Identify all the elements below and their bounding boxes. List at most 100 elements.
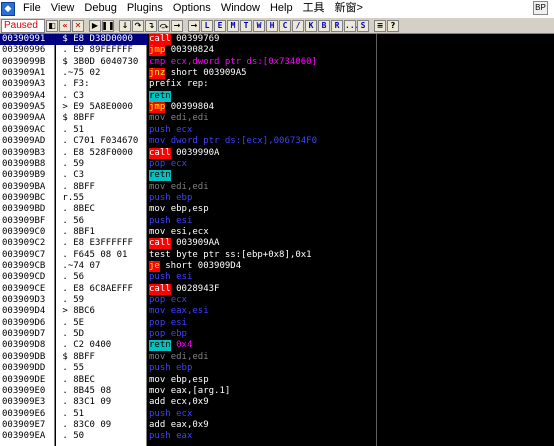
instruction-bytes[interactable]: . 56 xyxy=(56,216,147,227)
instruction-address[interactable]: 003909B9 xyxy=(0,170,55,181)
instruction-bytes[interactable]: . 59 xyxy=(56,295,147,306)
toolbar-letter-button[interactable]: ... xyxy=(344,19,359,32)
instruction-bytes[interactable]: . 8B45 08 xyxy=(56,386,147,397)
instruction-address[interactable]: 003909D8 xyxy=(0,340,55,351)
instruction-address[interactable]: 003909CB xyxy=(0,261,55,272)
instruction-text[interactable]: jnz short 003909A5 xyxy=(148,68,376,79)
instruction-bytes[interactable]: . 50 xyxy=(56,431,147,442)
instruction-text[interactable]: mov edi,edi xyxy=(148,113,376,124)
toolbar-letter-button[interactable]: B xyxy=(318,19,330,32)
instruction-bytes[interactable]: . 51 xyxy=(56,125,147,136)
instruction-bytes[interactable]: r.55 xyxy=(56,193,147,204)
bp-button[interactable]: BP xyxy=(533,1,548,15)
instruction-address[interactable]: 003909A3 xyxy=(0,79,55,90)
instruction-address[interactable]: 003909DE xyxy=(0,375,55,386)
instruction-address[interactable]: 003909D7 xyxy=(0,329,55,340)
execute-till-return-icon[interactable]: → xyxy=(171,19,183,32)
instruction-bytes[interactable]: $ 3B0D 6040730 xyxy=(56,57,147,68)
instruction-bytes[interactable]: $ E8 D38D0000 xyxy=(56,34,147,45)
toolbar-letter-button[interactable]: M xyxy=(227,19,239,32)
trace-into-icon[interactable]: ↴ xyxy=(145,19,157,32)
toolbar-letter-button[interactable]: R xyxy=(331,19,343,32)
instruction-bytes[interactable]: . 59 xyxy=(56,159,147,170)
menu-file[interactable]: File xyxy=(18,0,46,17)
instruction-text[interactable]: call 0028943F xyxy=(148,284,376,295)
instruction-text[interactable]: mov edi,edi xyxy=(148,182,376,193)
instruction-address[interactable]: 003909AC xyxy=(0,125,55,136)
menu-debug[interactable]: Debug xyxy=(79,0,121,17)
instruction-bytes[interactable]: . E9 89FEFFFF xyxy=(56,45,147,56)
instruction-text[interactable]: call 00399769 xyxy=(148,34,376,45)
instruction-address[interactable]: 003909C2 xyxy=(0,238,55,249)
instruction-text[interactable]: retn 0x4 xyxy=(148,340,376,351)
instruction-address[interactable]: 003909BD xyxy=(0,204,55,215)
instruction-bytes[interactable]: . 8BEC xyxy=(56,375,147,386)
toolbar-letter-button[interactable]: K xyxy=(305,19,317,32)
instruction-bytes[interactable]: . C3 xyxy=(56,91,147,102)
instruction-address[interactable]: 003909B3 xyxy=(0,148,55,159)
instruction-bytes[interactable]: . 55 xyxy=(56,363,147,374)
instruction-bytes[interactable]: . C701 F034670 xyxy=(56,136,147,147)
instruction-text[interactable]: call 003909AA xyxy=(148,238,376,249)
toolbar-letter-button[interactable]: S xyxy=(357,19,369,32)
instruction-bytes[interactable]: . 5E xyxy=(56,318,147,329)
menu-new-window[interactable]: 新窗> xyxy=(330,0,368,17)
toolbar-letter-button[interactable]: L xyxy=(201,19,213,32)
instruction-text[interactable]: pop ecx xyxy=(148,295,376,306)
instruction-text[interactable]: push ecx xyxy=(148,125,376,136)
instruction-text[interactable]: jmp 00399804 xyxy=(148,102,376,113)
instruction-text[interactable]: pop ebp xyxy=(148,329,376,340)
instruction-address[interactable]: 003909D4 xyxy=(0,306,55,317)
instruction-address[interactable]: 0039099B xyxy=(0,57,55,68)
instruction-bytes[interactable]: $ 8BFF xyxy=(56,352,147,363)
instruction-address[interactable]: 003909EA xyxy=(0,431,55,442)
instruction-bytes[interactable]: . 83C1 09 xyxy=(56,397,147,408)
menu-plugins[interactable]: Plugins xyxy=(122,0,168,17)
instruction-address[interactable]: 003909DB xyxy=(0,352,55,363)
instruction-text[interactable]: test byte ptr ss:[ebp+0x8],0x1 xyxy=(148,250,376,261)
instruction-bytes[interactable]: . 8BEC xyxy=(56,204,147,215)
toolbar-letter-button[interactable]: T xyxy=(240,19,252,32)
toolbar-letter-button[interactable]: / xyxy=(292,19,304,32)
instruction-text[interactable]: je short 003909D4 xyxy=(148,261,376,272)
instruction-address[interactable]: 003909BA xyxy=(0,182,55,193)
restart-icon[interactable]: « xyxy=(59,19,71,32)
instruction-address[interactable]: 003909B8 xyxy=(0,159,55,170)
toolbar-letter-button[interactable]: C xyxy=(279,19,291,32)
instruction-address[interactable]: 003909C7 xyxy=(0,250,55,261)
instruction-text[interactable]: pop ecx xyxy=(148,159,376,170)
disassembly-pane[interactable]: 00390991 00390996 0039099B 003909A1 003909A3… xyxy=(0,34,554,446)
instruction-text[interactable]: push ecx xyxy=(148,409,376,420)
instruction-text[interactable]: mov ebp,esp xyxy=(148,204,376,215)
menu-view[interactable]: View xyxy=(46,0,80,17)
instruction-address[interactable]: 003909DD xyxy=(0,363,55,374)
close-icon[interactable]: ✕ xyxy=(72,19,84,32)
instruction-text[interactable]: push ebp xyxy=(148,363,376,374)
instruction-address[interactable]: 003909BF xyxy=(0,216,55,227)
instruction-address[interactable]: 00390991 xyxy=(0,34,55,45)
run-icon[interactable]: ▶ xyxy=(89,19,101,32)
instruction-text[interactable]: jmp 00390824 xyxy=(148,45,376,56)
instruction-text[interactable]: push esi xyxy=(148,272,376,283)
instruction-text[interactable]: call 0039990A xyxy=(148,148,376,159)
trace-over-icon[interactable]: ⤼ xyxy=(158,19,170,32)
instruction-address[interactable]: 003909E0 xyxy=(0,386,55,397)
instruction-address[interactable]: 003909A1 xyxy=(0,68,55,79)
step-over-icon[interactable]: ↷ xyxy=(132,19,144,32)
instruction-bytes[interactable]: . E8 6C8AEFFF xyxy=(56,284,147,295)
instruction-text[interactable]: mov dword ptr ds:[ecx],006734F0 xyxy=(148,136,376,147)
go-to-icon[interactable]: → xyxy=(188,19,200,32)
instruction-address[interactable]: 003909D3 xyxy=(0,295,55,306)
instruction-text[interactable]: mov eax,esi xyxy=(148,306,376,317)
instruction-bytes[interactable]: > 8BC6 xyxy=(56,306,147,317)
pause-icon[interactable]: ❚❚ xyxy=(101,19,115,32)
instruction-bytes[interactable]: .~74 07 xyxy=(56,261,147,272)
instruction-address[interactable]: 003909E3 xyxy=(0,397,55,408)
instruction-text[interactable]: mov esi,ecx xyxy=(148,227,376,238)
open-icon[interactable]: ◧ xyxy=(46,19,58,32)
help-icon[interactable]: ? xyxy=(387,19,399,32)
instruction-text[interactable]: prefix rep: xyxy=(148,79,376,90)
instruction-address[interactable]: 003909CD xyxy=(0,272,55,283)
instruction-text[interactable]: pop esi xyxy=(148,318,376,329)
instruction-bytes[interactable]: . 83C0 09 xyxy=(56,420,147,431)
